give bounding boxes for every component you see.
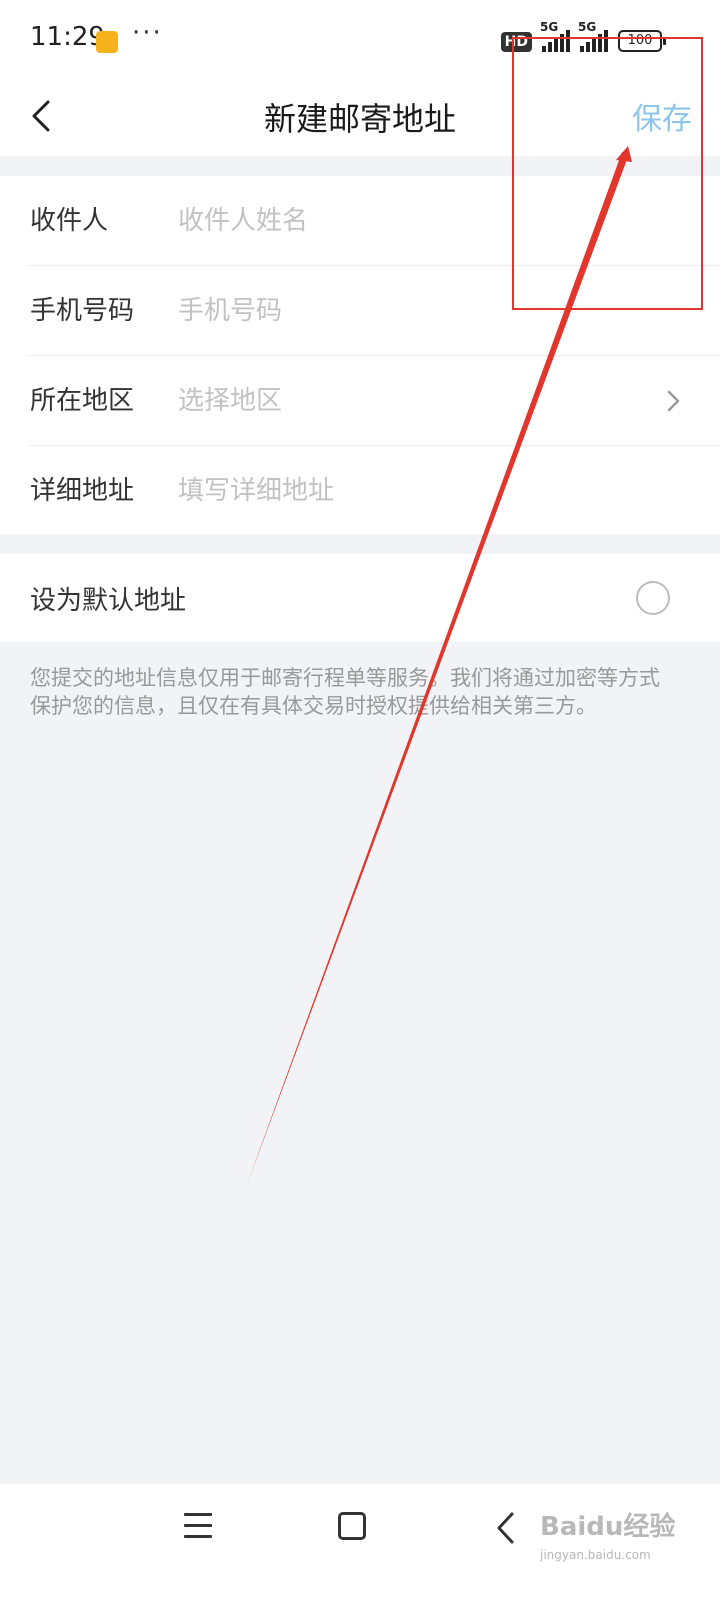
battery-icon: 100	[618, 30, 666, 52]
region-select[interactable]: 选择地区	[178, 380, 282, 417]
default-address-row[interactable]: 设为默认地址	[0, 554, 720, 642]
privacy-notice: 您提交的地址信息仅用于邮寄行程单等服务。我们将通过加密等方式保护您的信息，且仅在…	[30, 666, 660, 718]
system-nav-bar: Baidu经验 jingyan.baidu.com	[0, 1484, 720, 1600]
default-address-label: 设为默认地址	[30, 586, 187, 616]
recipient-label: 收件人	[30, 206, 109, 236]
home-icon[interactable]	[338, 1512, 366, 1540]
status-bar: 11:29 ··· HD 5G 5G 100	[0, 0, 720, 80]
status-icons: HD 5G 5G 100	[500, 20, 666, 52]
menu-icon[interactable]	[184, 1513, 212, 1541]
phone-label: 手机号码	[30, 296, 135, 326]
phone-input[interactable]: 手机号码	[178, 290, 282, 327]
watermark-logo: Baidu经验	[540, 1512, 676, 1542]
region-row[interactable]: 所在地区 选择地区	[0, 356, 720, 446]
network-type: 5G	[540, 20, 559, 34]
recipient-row[interactable]: 收件人 收件人姓名	[0, 176, 720, 266]
header: 新建邮寄地址 保存	[0, 80, 720, 156]
detail-address-input[interactable]: 填写详细地址	[178, 470, 334, 507]
signal-icon: 5G	[540, 20, 570, 52]
system-back-icon[interactable]	[494, 1508, 516, 1548]
detail-address-label: 详细地址	[30, 476, 135, 506]
status-time: 11:29	[30, 22, 105, 52]
app-notification-icon	[96, 31, 118, 53]
address-form: 收件人 收件人姓名 手机号码 手机号码 所在地区 选择地区 详细地址 填写详细地…	[0, 176, 720, 534]
page-title: 新建邮寄地址	[263, 100, 456, 138]
phone-row[interactable]: 手机号码 手机号码	[0, 266, 720, 356]
default-address-radio[interactable]	[636, 581, 670, 615]
network-type-2: 5G	[578, 20, 597, 34]
save-button[interactable]: 保存	[632, 94, 692, 138]
region-label: 所在地区	[30, 386, 135, 416]
recipient-name-input[interactable]: 收件人姓名	[178, 200, 308, 237]
chevron-right-icon	[664, 386, 684, 416]
watermark-url: jingyan.baidu.com	[540, 1548, 651, 1562]
more-notifications-icon: ···	[132, 18, 163, 48]
signal-icon-2: 5G	[578, 20, 608, 52]
hd-icon: HD	[500, 32, 532, 52]
detail-address-row[interactable]: 详细地址 填写详细地址	[0, 446, 720, 536]
